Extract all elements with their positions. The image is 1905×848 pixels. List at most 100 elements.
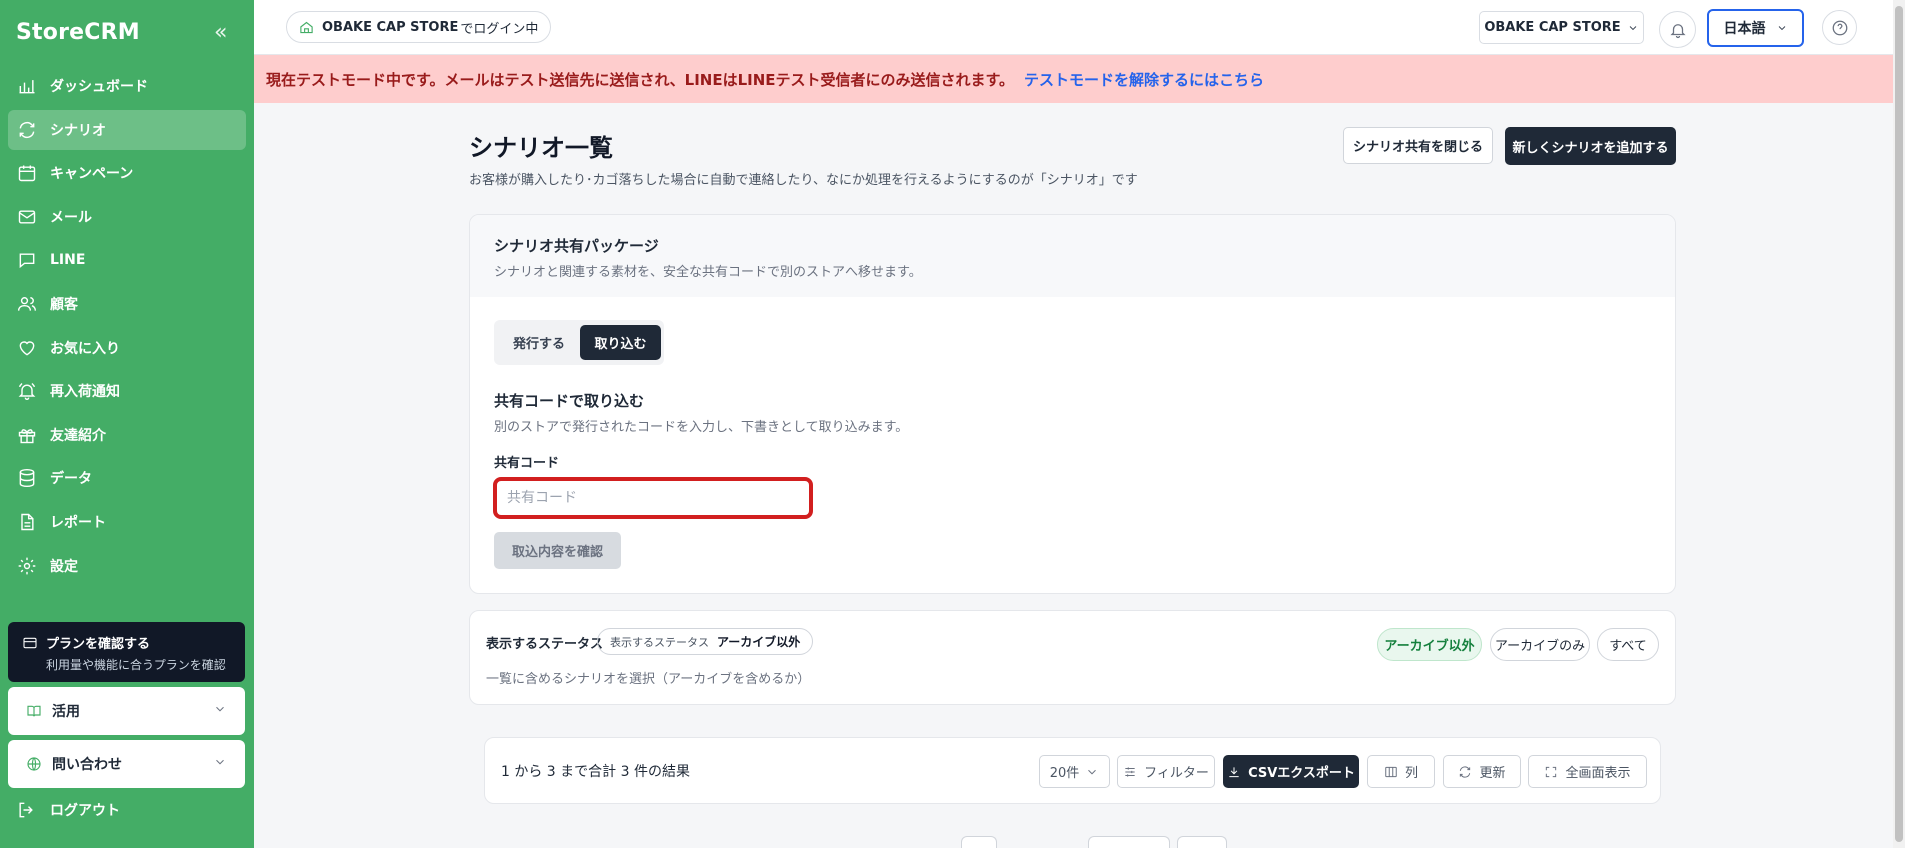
sidebar-item-label: LINE: [50, 252, 86, 269]
notifications-button[interactable]: [1659, 11, 1696, 48]
usage-accordion[interactable]: 活用: [8, 687, 245, 735]
chevron-down-icon: [1629, 25, 1636, 30]
share-code-input[interactable]: [493, 477, 813, 519]
refresh-icon: [1460, 765, 1471, 778]
sidebar-item-customers[interactable]: 顧客: [8, 284, 246, 324]
sidebar-item-settings[interactable]: 設定: [8, 546, 246, 586]
sliders-icon: [1125, 766, 1135, 777]
help-icon: [1832, 20, 1847, 35]
status-option-all[interactable]: すべて: [1597, 628, 1659, 661]
columns-button[interactable]: 列: [1367, 755, 1435, 788]
sidebar-item-label: レポート: [50, 514, 106, 531]
sidebar-item-mail[interactable]: メール: [8, 197, 246, 237]
sidebar-item-label: データ: [50, 471, 92, 488]
login-suffix: でログイン中: [460, 21, 539, 37]
sidebar-item-referral[interactable]: 友達紹介: [8, 415, 246, 455]
import-title: 共有コードで取り込む: [494, 392, 645, 410]
brand-logo: StoreCRM: [16, 20, 140, 45]
scrollbar-thumb[interactable]: [1895, 6, 1903, 842]
sidebar-item-label: シナリオ: [50, 122, 106, 139]
login-store-pill[interactable]: OBAKE CAP STORE でログイン中: [286, 11, 552, 43]
sidebar-item-scenario[interactable]: シナリオ: [8, 109, 246, 150]
chevron-down-icon: [213, 755, 227, 773]
help-button[interactable]: [1822, 10, 1857, 45]
sidebar-item-dashboard[interactable]: ダッシュボード: [8, 66, 246, 106]
gear-icon: [16, 555, 38, 577]
users-icon: [16, 293, 38, 315]
store-select[interactable]: OBAKE CAP STORE: [1479, 11, 1644, 44]
status-badge-prefix: 表示するステータス: [610, 635, 709, 649]
pagination-control[interactable]: [961, 836, 997, 848]
page-title: シナリオ一覧: [469, 134, 613, 162]
page-description: お客様が購入したり･カゴ落ちした場合に自動で連絡したり、なにか処理を行えるように…: [469, 173, 1138, 188]
share-package-header: シナリオ共有パッケージ シナリオと関連する素材を、安全な共有コードで別のストアへ…: [470, 215, 1675, 297]
tab-import[interactable]: 取り込む: [580, 325, 661, 360]
test-mode-banner: 現在テストモード中です。メールはテスト送信先に送信され、LINEはLINEテスト…: [254, 55, 1894, 103]
usage-label: 活用: [52, 704, 80, 720]
status-option-archived-only[interactable]: アーカイブのみ: [1490, 628, 1590, 661]
sidebar-item-report[interactable]: レポート: [8, 502, 246, 542]
csv-export-button[interactable]: CSVエクスポート: [1223, 755, 1359, 788]
refresh-icon: [16, 119, 38, 141]
sidebar-item-label: 顧客: [50, 296, 78, 313]
import-subtitle: 別のストアで発行されたコードを入力し、下書きとして取り込みます。: [494, 420, 909, 435]
credit-card-icon: [23, 637, 37, 648]
sidebar-item-label: メール: [50, 209, 92, 226]
sidebar-item-restock[interactable]: 再入荷通知: [8, 371, 246, 411]
disable-test-mode-link[interactable]: テストモードを解除するにはこちら: [1024, 69, 1264, 90]
status-filter-description: 一覧に含めるシナリオを選択（アーカイブを含めるか）: [486, 672, 811, 687]
gift-icon: [16, 424, 38, 446]
filter-button[interactable]: フィルター: [1117, 755, 1215, 788]
sidebar-item-line[interactable]: LINE: [8, 240, 246, 280]
database-icon: [16, 467, 38, 489]
share-mode-tabs: 発行する 取り込む: [494, 320, 664, 365]
sidebar-item-data[interactable]: データ: [8, 458, 246, 498]
bell-icon: [1669, 23, 1686, 38]
download-icon: [1229, 766, 1239, 777]
plan-subtitle: 利用量や機能に合うプランを確認: [46, 658, 226, 672]
sidebar-nav: ダッシュボード シナリオ キャンペーン メール LINE 顧客 お気に入り 再入…: [8, 66, 246, 589]
close-share-button[interactable]: シナリオ共有を閉じる: [1343, 127, 1493, 164]
store-select-label: OBAKE CAP STORE: [1484, 20, 1621, 35]
page-size-select[interactable]: 20件: [1039, 755, 1110, 788]
plan-title: プランを確認する: [46, 637, 151, 652]
sidebar-item-label: 友達紹介: [50, 427, 106, 444]
plan-card[interactable]: プランを確認する 利用量や機能に合うプランを確認: [8, 622, 245, 682]
sidebar-item-campaign[interactable]: キャンペーン: [8, 153, 246, 193]
contact-label: 問い合わせ: [52, 757, 122, 773]
pagination-control[interactable]: [1088, 836, 1170, 848]
add-scenario-button[interactable]: 新しくシナリオを追加する: [1505, 127, 1676, 165]
logout-label: ログアウト: [50, 803, 120, 819]
language-select[interactable]: 日本語: [1707, 9, 1804, 47]
chevron-down-icon: [213, 702, 227, 720]
columns-label: 列: [1404, 766, 1418, 781]
sidebar: StoreCRM « ダッシュボード シナリオ キャンペーン メール LINE …: [0, 0, 254, 848]
csv-export-label: CSVエクスポート: [1248, 766, 1355, 781]
refresh-label: 更新: [1479, 766, 1506, 781]
heart-icon: [16, 337, 38, 359]
fullscreen-button[interactable]: 全画面表示: [1528, 755, 1647, 788]
confirm-import-button[interactable]: 取込内容を確認: [494, 532, 621, 569]
collapse-sidebar-icon[interactable]: «: [214, 20, 227, 46]
mail-icon: [16, 206, 38, 228]
pagination-control[interactable]: [1177, 836, 1227, 848]
columns-icon: [1385, 766, 1397, 777]
page-scrollbar[interactable]: [1893, 0, 1905, 848]
refresh-button[interactable]: 更新: [1443, 755, 1521, 788]
chat-icon: [16, 249, 38, 271]
sidebar-item-label: お気に入り: [50, 340, 120, 357]
logout-icon: [19, 802, 33, 818]
sidebar-item-favorites[interactable]: お気に入り: [8, 328, 246, 368]
share-package-title: シナリオ共有パッケージ: [494, 237, 659, 255]
page-size-label: 20件: [1049, 766, 1080, 781]
status-option-non-archived[interactable]: アーカイブ以外: [1377, 628, 1482, 661]
contact-accordion[interactable]: 問い合わせ: [8, 740, 245, 788]
status-badge-value: アーカイブ以外: [717, 635, 801, 649]
share-code-label: 共有コード: [494, 456, 560, 471]
tab-publish[interactable]: 発行する: [500, 325, 578, 360]
sidebar-item-label: ダッシュボード: [50, 79, 148, 95]
bell-ring-icon: [16, 380, 38, 402]
sidebar-item-label: キャンペーン: [50, 166, 134, 183]
logout-button[interactable]: ログアウト: [16, 800, 120, 820]
fullscreen-label: 全画面表示: [1565, 766, 1631, 781]
